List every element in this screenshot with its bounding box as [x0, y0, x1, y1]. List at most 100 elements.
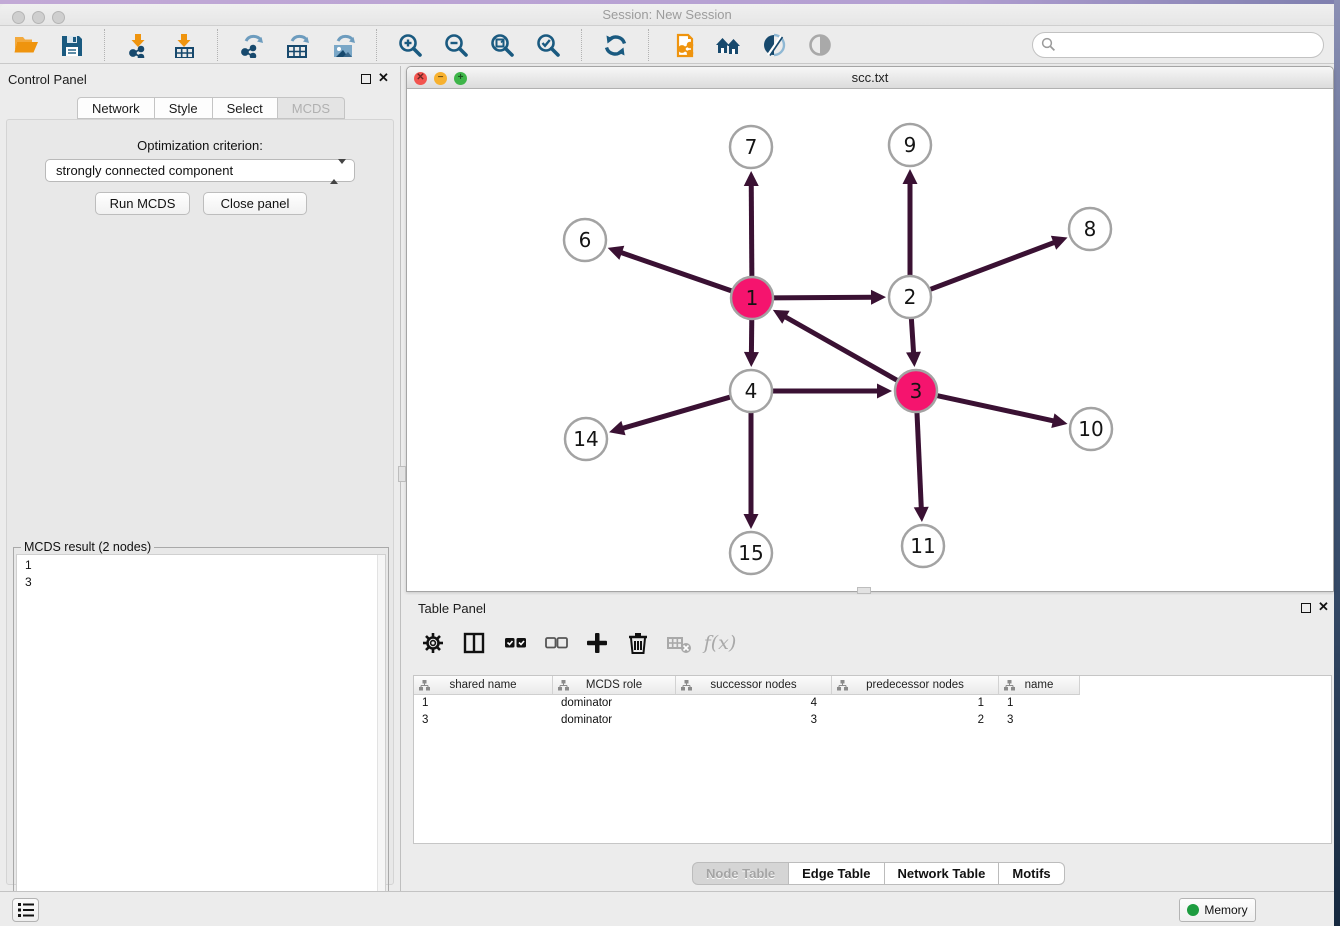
- network-canvas[interactable]: 1 2 3 4 6 7 8 9 10 11 14 15: [407, 89, 1333, 592]
- task-history-button[interactable]: [12, 898, 39, 922]
- tab-mcds[interactable]: MCDS: [278, 97, 345, 119]
- graph-node-10[interactable]: 10: [1070, 408, 1112, 450]
- zoom-selected-icon[interactable]: [533, 30, 563, 60]
- graph-node-8[interactable]: 8: [1069, 208, 1111, 250]
- toolbar-separator: [648, 29, 649, 61]
- column-header-shared-name[interactable]: shared name: [414, 676, 553, 695]
- float-table-panel-icon[interactable]: [1301, 603, 1311, 613]
- graph-edge-1-6[interactable]: [608, 246, 734, 292]
- table-cell[interactable]: 4: [676, 695, 832, 712]
- tab-motifs[interactable]: Motifs: [999, 862, 1064, 885]
- column-header-label: shared name: [449, 679, 516, 691]
- graph-edge-4-15[interactable]: [744, 410, 759, 529]
- zoom-fit-icon[interactable]: [487, 30, 517, 60]
- toolbar-separator: [581, 29, 582, 61]
- graph-node-2[interactable]: 2: [889, 276, 931, 318]
- graph-edge-3-1[interactable]: [773, 310, 900, 382]
- graph-edge-2-9[interactable]: [903, 169, 918, 278]
- graph-edge-2-3[interactable]: [906, 316, 921, 367]
- graph-node-15[interactable]: 15: [730, 532, 772, 574]
- float-panel-icon[interactable]: [361, 74, 371, 84]
- mcds-result-box: MCDS result (2 nodes) 13: [13, 547, 389, 926]
- zoom-out-icon[interactable]: [441, 30, 471, 60]
- add-column-icon[interactable]: [584, 630, 610, 656]
- mcds-pane: Optimization criterion: strongly connect…: [6, 119, 394, 885]
- table-cell[interactable]: 1: [832, 695, 999, 712]
- table-cell[interactable]: 3: [999, 712, 1080, 729]
- table-cell[interactable]: 1: [414, 695, 553, 712]
- network-window-title: scc.txt: [407, 70, 1333, 85]
- close-panel-icon[interactable]: ✕: [378, 70, 389, 86]
- search-input[interactable]: [1032, 32, 1324, 58]
- export-image-icon[interactable]: [328, 30, 358, 60]
- graph-node-6[interactable]: 6: [564, 219, 606, 261]
- tab-network[interactable]: Network: [77, 97, 155, 119]
- table-row[interactable]: 3dominator323: [414, 712, 1331, 729]
- graph-edge-3-11[interactable]: [914, 410, 929, 522]
- graph-node-4[interactable]: 4: [730, 370, 772, 412]
- table-cell[interactable]: 3: [676, 712, 832, 729]
- tab-network-table[interactable]: Network Table: [885, 862, 1000, 885]
- graph-edge-4-3[interactable]: [770, 384, 892, 399]
- column-header-MCDS-role[interactable]: MCDS role: [553, 676, 676, 695]
- open-session-icon[interactable]: [10, 30, 40, 60]
- import-network-icon[interactable]: [123, 30, 153, 60]
- graph-edge-1-4[interactable]: [744, 317, 759, 367]
- table-body: 1dominator4113dominator323: [414, 695, 1331, 728]
- table-cell[interactable]: 3: [414, 712, 553, 729]
- horizontal-splitter-grip[interactable]: [857, 587, 871, 594]
- tab-style[interactable]: Style: [155, 97, 213, 119]
- graph-node-11[interactable]: 11: [902, 525, 944, 567]
- tab-edge-table[interactable]: Edge Table: [789, 862, 884, 885]
- style-preview-icon[interactable]: [759, 30, 789, 60]
- result-scrollbar[interactable]: [377, 555, 385, 925]
- table-row[interactable]: 1dominator411: [414, 695, 1331, 712]
- home-layout-icon[interactable]: [713, 30, 743, 60]
- import-table-icon[interactable]: [169, 30, 199, 60]
- column-settings-gear-icon[interactable]: [420, 630, 446, 656]
- export-table-icon[interactable]: [282, 30, 312, 60]
- column-header-predecessor-nodes[interactable]: predecessor nodes: [832, 676, 999, 695]
- table-cell[interactable]: 2: [832, 712, 999, 729]
- export-network-icon[interactable]: [236, 30, 266, 60]
- optimization-criterion-select[interactable]: strongly connected component: [45, 159, 355, 182]
- tab-select[interactable]: Select: [213, 97, 278, 119]
- graph-node-7[interactable]: 7: [730, 126, 772, 168]
- tab-node-table[interactable]: Node Table: [692, 862, 789, 885]
- table-cell[interactable]: dominator: [553, 695, 676, 712]
- graph-node-1[interactable]: 1: [731, 277, 773, 319]
- close-table-panel-icon[interactable]: ✕: [1318, 599, 1329, 615]
- mcds-result-text[interactable]: 13: [16, 554, 386, 926]
- refresh-layout-icon[interactable]: [600, 30, 630, 60]
- unselect-all-columns-icon[interactable]: [543, 630, 569, 656]
- clone-network-icon[interactable]: [667, 30, 697, 60]
- run-mcds-button[interactable]: Run MCDS: [95, 192, 190, 215]
- column-type-icon: [837, 680, 848, 691]
- svg-text:6: 6: [579, 228, 592, 252]
- column-header-successor-nodes[interactable]: successor nodes: [676, 676, 832, 695]
- save-session-icon[interactable]: [56, 30, 86, 60]
- table-cell[interactable]: dominator: [553, 712, 676, 729]
- graph-edge-1-7[interactable]: [744, 171, 759, 279]
- table-cell[interactable]: 1: [999, 695, 1080, 712]
- graph-node-9[interactable]: 9: [889, 124, 931, 166]
- selected-criterion: strongly connected component: [56, 163, 233, 178]
- memory-button[interactable]: Memory: [1179, 898, 1256, 922]
- graph-node-14[interactable]: 14: [565, 418, 607, 460]
- window-close-button[interactable]: ✕: [414, 72, 427, 85]
- split-panel-icon[interactable]: [461, 630, 487, 656]
- close-panel-button[interactable]: Close panel: [203, 192, 307, 215]
- graph-edge-3-10[interactable]: [935, 395, 1068, 428]
- graph-edge-4-14[interactable]: [609, 396, 733, 435]
- network-window-titlebar[interactable]: scc.txt ✕−+: [407, 67, 1333, 89]
- window-minimize-button[interactable]: −: [434, 72, 447, 85]
- select-all-columns-icon[interactable]: [502, 630, 528, 656]
- window-zoom-button[interactable]: +: [454, 72, 467, 85]
- graph-edge-2-8[interactable]: [928, 236, 1068, 291]
- vertical-splitter-grip[interactable]: [398, 466, 406, 482]
- delete-column-icon[interactable]: [625, 630, 651, 656]
- column-header-name[interactable]: name: [999, 676, 1080, 695]
- graph-node-3[interactable]: 3: [895, 370, 937, 412]
- graph-edge-1-2[interactable]: [771, 290, 886, 305]
- zoom-in-icon[interactable]: [395, 30, 425, 60]
